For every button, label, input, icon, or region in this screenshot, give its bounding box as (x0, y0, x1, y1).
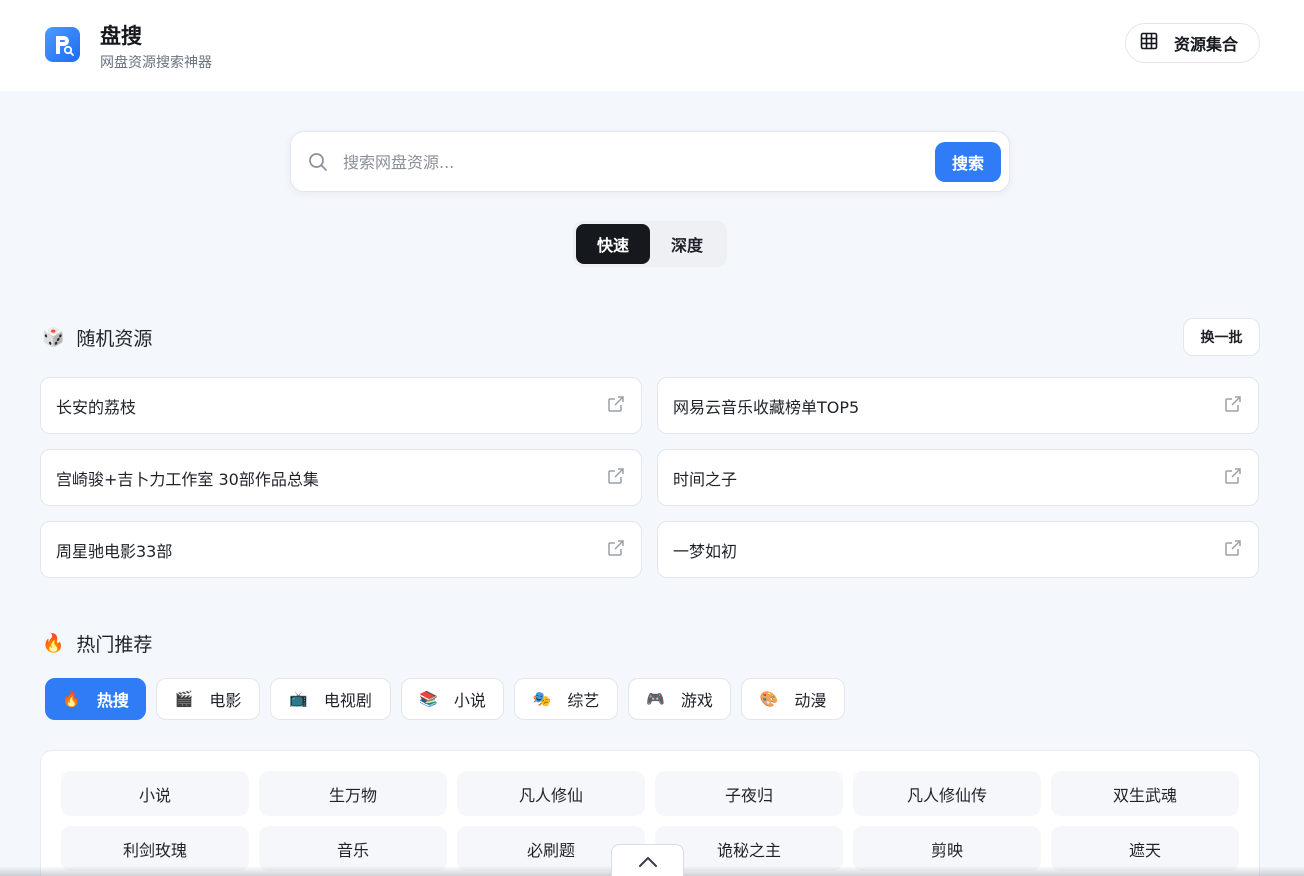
tab-label: 小说 (453, 691, 486, 710)
search-mode-toggle: 快速 深度 (573, 221, 727, 267)
grid-icon (1140, 32, 1158, 54)
random-resource-card[interactable]: 周星驰电影33部 (40, 521, 642, 578)
random-resource-card[interactable]: 一梦如初 (657, 521, 1259, 578)
external-link-icon (607, 467, 625, 489)
app-title: 盘搜 (100, 24, 142, 48)
hot-keyword-chip[interactable]: 音乐 (259, 826, 447, 871)
resource-title: 周星驰电影33部 (56, 541, 173, 561)
tab-label: 游戏 (680, 691, 713, 710)
external-link-icon (607, 395, 625, 417)
tab-label: 电影 (209, 691, 242, 710)
app-logo-icon[interactable] (45, 27, 80, 62)
resource-title: 网易云音乐收藏榜单TOP5 (673, 397, 860, 417)
resource-collection-label: 资源集合 (1174, 35, 1239, 54)
resource-collection-button[interactable]: 资源集合 (1125, 23, 1260, 63)
hot-keyword-chip[interactable]: 凡人修仙传 (853, 771, 1041, 816)
random-title: 随机资源 (76, 328, 153, 350)
hot-keyword-chip[interactable]: 生万物 (259, 771, 447, 816)
resource-title: 长安的荔枝 (56, 397, 137, 417)
app-subtitle: 网盘资源搜索神器 (100, 55, 212, 71)
resource-title: 一梦如初 (673, 541, 738, 561)
external-link-icon (1224, 539, 1242, 561)
palette-icon: 🎨 (759, 689, 779, 708)
external-link-icon (1224, 467, 1242, 489)
random-resource-card[interactable]: 宫崎骏+吉卜力工作室 30部作品总集 (40, 449, 642, 506)
search-button[interactable]: 搜索 (935, 142, 1001, 182)
tab-movies[interactable]: 🎬 电影 (156, 678, 260, 720)
tab-label: 综艺 (567, 691, 600, 710)
random-section-title: 🎲 随机资源 (42, 324, 152, 351)
tab-hot-search[interactable]: 🔥 热搜 (45, 678, 146, 720)
hot-keyword-chip[interactable]: 小说 (61, 771, 249, 816)
search-input[interactable] (343, 146, 923, 178)
hot-title: 热门推荐 (76, 634, 153, 656)
chevron-up-icon (637, 854, 659, 873)
theater-masks-icon: 🎭 (532, 689, 552, 708)
gamepad-icon: 🎮 (646, 689, 665, 708)
external-link-icon (1224, 395, 1242, 417)
hot-keyword-chip[interactable]: 利剑玫瑰 (61, 826, 249, 871)
tv-icon: 📺 (289, 689, 308, 708)
books-icon: 📚 (419, 689, 438, 708)
search-box: 搜索 (290, 131, 1010, 192)
header: 盘搜 网盘资源搜索神器 资源集合 (0, 0, 1304, 91)
search-icon (308, 152, 328, 176)
hot-keyword-chip[interactable]: 子夜归 (655, 771, 843, 816)
fire-icon: 🔥 (62, 689, 81, 708)
tab-label: 热搜 (96, 691, 129, 710)
scroll-to-top-button[interactable] (611, 844, 684, 876)
refresh-batch-button[interactable]: 换一批 (1183, 318, 1260, 356)
clapperboard-icon: 🎬 (174, 689, 194, 708)
resource-title: 时间之子 (673, 469, 738, 489)
tab-anime[interactable]: 🎨 动漫 (741, 678, 845, 720)
random-resource-card[interactable]: 长安的荔枝 (40, 377, 642, 434)
resource-title: 宫崎骏+吉卜力工作室 30部作品总集 (56, 469, 319, 489)
dice-icon: 🎲 (42, 326, 65, 348)
external-link-icon (607, 539, 625, 561)
tab-variety[interactable]: 🎭 综艺 (514, 678, 618, 720)
tab-novels[interactable]: 📚 小说 (401, 678, 504, 720)
hot-keyword-chip[interactable]: 遮天 (1051, 826, 1239, 871)
hot-keyword-chip[interactable]: 凡人修仙 (457, 771, 645, 816)
random-resource-card[interactable]: 时间之子 (657, 449, 1259, 506)
hot-section-title: 🔥 热门推荐 (42, 630, 152, 657)
mode-fast[interactable]: 快速 (576, 224, 650, 264)
hot-keyword-chip[interactable]: 剪映 (853, 826, 1041, 871)
tab-label: 动漫 (794, 691, 827, 710)
tab-label: 电视剧 (323, 691, 372, 710)
random-resource-card[interactable]: 网易云音乐收藏榜单TOP5 (657, 377, 1259, 434)
hot-keyword-chip[interactable]: 双生武魂 (1051, 771, 1239, 816)
mode-deep[interactable]: 深度 (650, 224, 724, 264)
fire-icon: 🔥 (42, 632, 65, 654)
tab-tv-series[interactable]: 📺 电视剧 (270, 678, 391, 720)
tab-games[interactable]: 🎮 游戏 (628, 678, 731, 720)
